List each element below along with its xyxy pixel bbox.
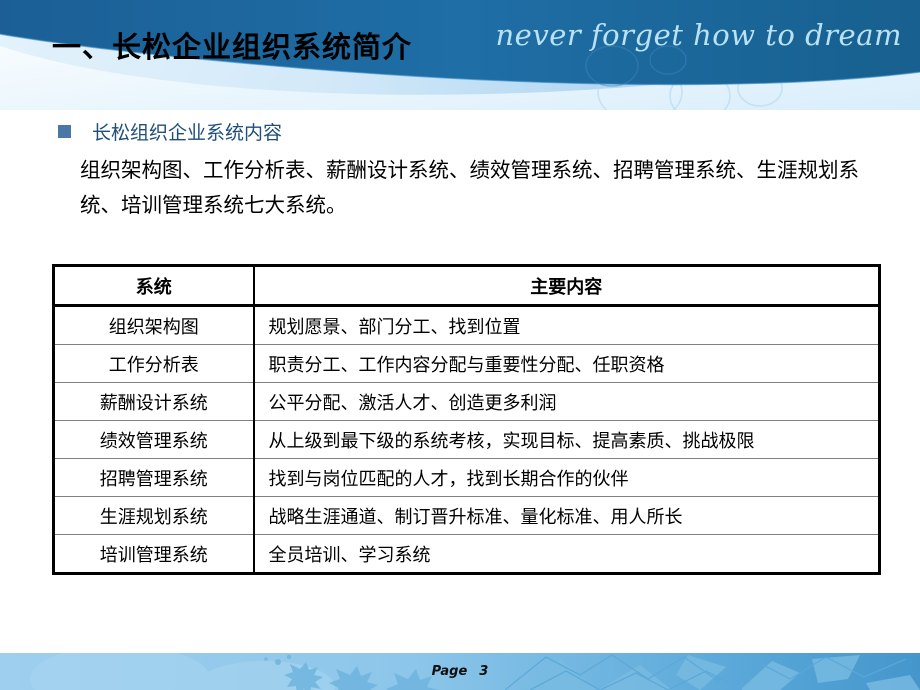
page-number-label: Page 3	[0, 653, 920, 690]
cell-system-content: 战略生涯通道、制订晋升标准、量化标准、用人所长	[253, 496, 880, 535]
table-row: 培训管理系统 全员培训、学习系统	[53, 534, 880, 574]
table-header-row: 系统 主要内容	[53, 265, 880, 307]
column-header-system: 系统	[53, 265, 255, 307]
page-word: Page	[431, 664, 468, 679]
table-row: 招聘管理系统 找到与岗位匹配的人才，找到长期合作的伙伴	[53, 458, 880, 497]
cell-system-content: 规划愿景、部门分工、找到位置	[253, 305, 880, 345]
table-row: 薪酬设计系统 公平分配、激活人才、创造更多利润	[53, 382, 880, 421]
cell-system-name: 薪酬设计系统	[53, 382, 255, 421]
table-row: 生涯规划系统 战略生涯通道、制订晋升标准、量化标准、用人所长	[53, 496, 880, 535]
table-row: 工作分析表 职责分工、工作内容分配与重要性分配、任职资格	[53, 344, 880, 383]
table-row: 组织架构图 规划愿景、部门分工、找到位置	[53, 305, 880, 345]
bullet-heading-row: 长松组织企业系统内容	[58, 118, 282, 145]
cell-system-name: 生涯规划系统	[53, 496, 255, 535]
cell-system-name: 工作分析表	[53, 344, 255, 383]
cell-system-name: 绩效管理系统	[53, 420, 255, 459]
cell-system-name: 组织架构图	[53, 305, 255, 345]
systems-table: 系统 主要内容 组织架构图 规划愿景、部门分工、找到位置 工作分析表 职责分工、…	[52, 264, 881, 575]
page-number: 3	[479, 664, 489, 679]
cell-system-content: 从上级到最下级的系统考核，实现目标、提高素质、挑战极限	[253, 420, 880, 459]
table-row: 绩效管理系统 从上级到最下级的系统考核，实现目标、提高素质、挑战极限	[53, 420, 880, 459]
slide-header-banner: 一、长松企业组织系统简介 never forget how to dream	[0, 0, 920, 110]
cell-system-name: 培训管理系统	[53, 534, 255, 574]
cell-system-content: 职责分工、工作内容分配与重要性分配、任职资格	[253, 344, 880, 383]
cell-system-content: 找到与岗位匹配的人才，找到长期合作的伙伴	[253, 458, 880, 497]
cell-system-content: 全员培训、学习系统	[253, 534, 880, 574]
slide-footer-banner: Page 3	[0, 653, 920, 690]
brand-tagline: never forget how to dream	[495, 18, 902, 52]
cell-system-name: 招聘管理系统	[53, 458, 255, 497]
body-paragraph: 组织架构图、工作分析表、薪酬设计系统、绩效管理系统、招聘管理系统、生涯规划系统、…	[80, 158, 859, 217]
cell-system-content: 公平分配、激活人才、创造更多利润	[253, 382, 880, 421]
column-header-content: 主要内容	[253, 265, 880, 307]
square-bullet-icon	[58, 125, 71, 138]
bullet-heading-label: 长松组织企业系统内容	[92, 122, 283, 144]
page-title: 一、长松企业组织系统简介	[52, 30, 413, 64]
